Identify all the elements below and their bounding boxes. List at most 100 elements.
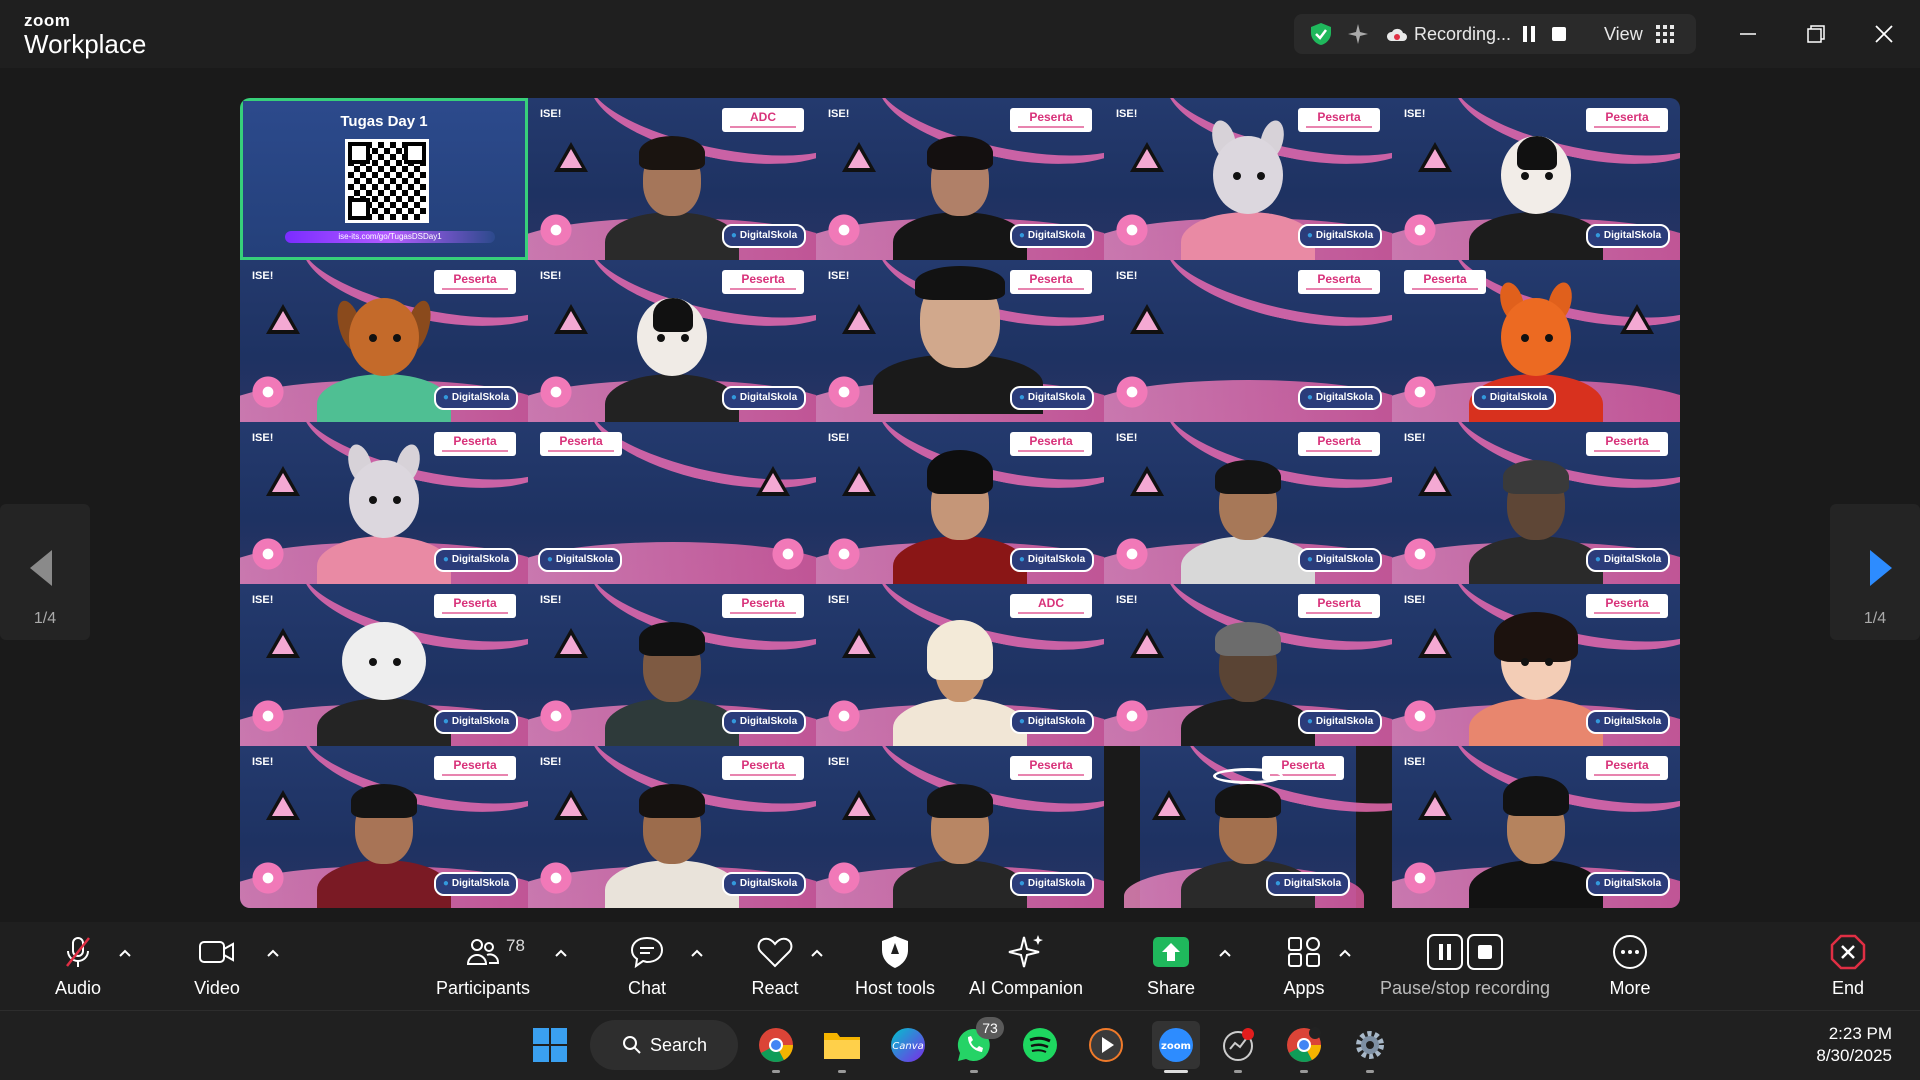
apps-button[interactable]: Apps (1280, 934, 1328, 999)
ai-sparkle-icon[interactable] (1346, 22, 1370, 46)
flower-icon (1402, 374, 1438, 410)
react-button[interactable]: React (746, 934, 804, 999)
video-tile[interactable]: ISE! Peserta DigitalSkola (528, 584, 816, 746)
grid-view-icon[interactable] (1656, 25, 1674, 43)
clock-time: 2:23 PM (1828, 1024, 1892, 1043)
video-tile[interactable]: ISE! Peserta DigitalSkola (1104, 98, 1392, 260)
digitalskola-badge: DigitalSkola (1586, 548, 1670, 572)
video-tile[interactable]: ISE! Peserta DigitalSkola (1104, 422, 1392, 584)
video-tile[interactable]: ISE! Peserta DigitalSkola (528, 746, 816, 908)
meeting-gallery-area: 1/4 1/4 Tugas Day 1 ise-its.com/go/Tugas… (0, 68, 1920, 922)
chevron-up-icon[interactable] (1338, 948, 1352, 958)
chevron-up-icon[interactable] (266, 948, 280, 958)
spotify-taskbar-item[interactable] (1020, 1025, 1060, 1065)
taskbar-search[interactable]: Search (590, 1020, 738, 1070)
digitalskola-badge: DigitalSkola (434, 710, 518, 734)
video-tile[interactable]: ISE! Peserta DigitalSkola (816, 422, 1104, 584)
video-tile[interactable]: ISE! Peserta DigitalSkola (816, 260, 1104, 422)
ise-logo-icon (554, 628, 588, 658)
chevron-up-icon[interactable] (554, 948, 568, 958)
video-tile-active-speaker[interactable]: Tugas Day 1 ise-its.com/go/TugasDSDay1 (240, 98, 528, 260)
file-explorer-taskbar-item[interactable] (822, 1025, 862, 1073)
video-tile[interactable]: ISE! Peserta DigitalSkola (240, 584, 528, 746)
video-tile[interactable]: ISE! Peserta DigitalSkola (1392, 584, 1680, 746)
minimize-icon[interactable] (1728, 14, 1768, 54)
previous-page-button[interactable]: 1/4 (0, 504, 90, 640)
svg-text:Canva: Canva (892, 1041, 924, 1052)
qr-code (345, 139, 429, 223)
ai-companion-label: AI Companion (968, 978, 1084, 998)
video-tile[interactable]: ISE! Peserta DigitalSkola (1392, 422, 1680, 584)
video-tile[interactable]: ISE! Peserta DigitalSkola (240, 260, 528, 422)
chevron-up-icon[interactable] (690, 948, 704, 958)
system-clock[interactable]: 2:23 PM 8/30/2025 (1816, 1023, 1892, 1067)
encryption-shield-icon[interactable] (1308, 21, 1334, 47)
chevron-up-icon[interactable] (1218, 948, 1232, 958)
restore-icon[interactable] (1796, 14, 1836, 54)
flower-icon (770, 536, 806, 572)
flower-icon (250, 536, 286, 572)
digitalskola-badge: DigitalSkola (1298, 386, 1382, 410)
view-button[interactable]: View (1604, 24, 1643, 45)
video-tile[interactable]: ISE! Peserta DigitalSkola (240, 746, 528, 908)
next-page-button[interactable]: 1/4 (1830, 504, 1920, 640)
pause-recording-icon[interactable] (1522, 26, 1536, 42)
digitalskola-badge: DigitalSkola (1266, 872, 1350, 896)
digitalskola-badge: DigitalSkola (434, 548, 518, 572)
ise-logo-icon (266, 628, 300, 658)
participants-button[interactable]: 78 Participants (430, 934, 536, 999)
ai-companion-button[interactable]: AI Companion (964, 934, 1088, 999)
video-tile[interactable]: ISE! Peserta DigitalSkola (528, 260, 816, 422)
whatsapp-taskbar-item[interactable]: 73 (954, 1017, 1004, 1073)
close-icon[interactable] (1864, 14, 1904, 54)
host-tools-button[interactable]: Host tools (850, 934, 940, 999)
video-tile[interactable]: ISE! Peserta DigitalSkola (1392, 746, 1680, 908)
ise-logo-icon (1418, 142, 1452, 172)
video-tile[interactable]: ISE! ADC DigitalSkola (528, 98, 816, 260)
ise-logo-icon (1418, 466, 1452, 496)
end-meeting-button[interactable]: End (1826, 934, 1870, 999)
chevron-up-icon[interactable] (810, 948, 824, 958)
stop-recording-icon[interactable] (1552, 27, 1566, 41)
video-tile[interactable]: ISE! Peserta DigitalSkola (816, 746, 1104, 908)
video-tile[interactable]: ISE! ADC DigitalSkola (816, 584, 1104, 746)
ise-logo-icon (842, 466, 876, 496)
audio-button[interactable]: Audio (44, 934, 112, 999)
participants-icon (466, 939, 499, 965)
ise-badge: ISE! (828, 432, 850, 444)
flower-icon (1114, 536, 1150, 572)
pause-stop-recording-button[interactable]: Pause/stop recording (1378, 934, 1552, 999)
zoom-taskbar-item[interactable]: zoom (1152, 1021, 1200, 1073)
flower-icon (826, 698, 862, 734)
media-player-taskbar-item[interactable] (1086, 1025, 1126, 1065)
chat-button[interactable]: Chat (620, 934, 674, 999)
video-tile[interactable]: Peserta DigitalSkola (1392, 260, 1680, 422)
ise-badge: ISE! (1116, 270, 1138, 282)
canva-taskbar-item[interactable]: Canva (888, 1025, 928, 1065)
video-tile[interactable]: Peserta DigitalSkola (528, 422, 816, 584)
video-tile[interactable]: ISE! Peserta DigitalSkola (1392, 98, 1680, 260)
video-tile[interactable]: ISE! Peserta DigitalSkola (240, 422, 528, 584)
digitalskola-badge: DigitalSkola (1298, 710, 1382, 734)
host-shield-icon (882, 936, 908, 968)
settings-taskbar-item[interactable] (1350, 1025, 1390, 1073)
system-monitor-taskbar-item[interactable] (1218, 1025, 1258, 1073)
start-button[interactable] (530, 1025, 570, 1065)
ise-logo-icon (554, 304, 588, 334)
chrome-profile-taskbar-item[interactable] (1284, 1025, 1324, 1073)
video-camera-icon (199, 941, 234, 963)
video-button[interactable]: Video (186, 934, 248, 999)
video-tile[interactable]: Peserta DigitalSkola (1104, 746, 1392, 908)
video-tile[interactable]: ISE! Peserta DigitalSkola (1104, 584, 1392, 746)
chrome-taskbar-item[interactable] (756, 1025, 796, 1073)
digitalskola-badge: DigitalSkola (434, 872, 518, 896)
ise-logo-icon (554, 142, 588, 172)
ise-logo-icon (554, 790, 588, 820)
video-tile[interactable]: ISE! Peserta DigitalSkola (816, 98, 1104, 260)
windows-taskbar: Search Canva 73 zoom 2:23 PM 8/30/2025 (0, 1010, 1920, 1080)
video-tile[interactable]: ISE! Peserta DigitalSkola (1104, 260, 1392, 422)
share-button[interactable]: Share (1146, 934, 1196, 999)
chevron-up-icon[interactable] (118, 948, 132, 958)
ise-logo-icon (756, 466, 790, 496)
more-button[interactable]: More (1606, 934, 1654, 999)
